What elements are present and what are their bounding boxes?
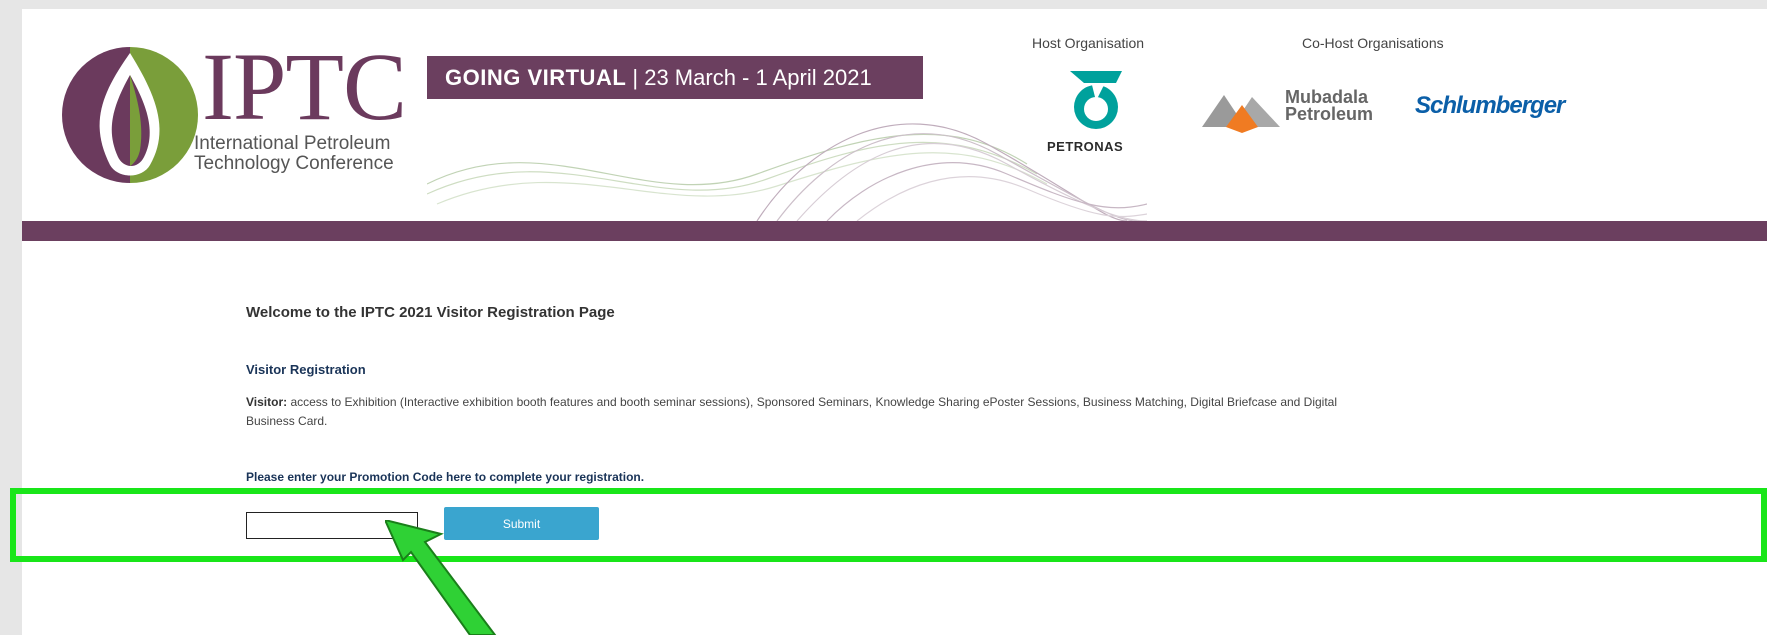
iptc-subtitle: International Petroleum Technology Confe… [194, 134, 394, 174]
host-organisation-label: Host Organisation [1032, 35, 1145, 51]
mubadala-logo-icon [1202, 95, 1280, 133]
conference-header-banner: IPTC International Petroleum Technology … [22, 9, 1767, 221]
event-dates-banner: GOING VIRTUAL | 23 March - 1 April 2021 [427, 56, 923, 99]
going-virtual-label: GOING VIRTUAL [445, 65, 627, 90]
petronas-logo-icon [1070, 71, 1122, 129]
iptc-subtitle-line1: International Petroleum [194, 133, 391, 154]
visitor-description: Visitor: access to Exhibition (Interacti… [246, 393, 1366, 431]
page-title: Welcome to the IPTC 2021 Visitor Registr… [246, 304, 615, 321]
annotation-highlight-box [10, 488, 1767, 562]
mubadala-name: Mubadala Petroleum [1285, 88, 1395, 124]
promo-code-prompt: Please enter your Promotion Code here to… [246, 470, 645, 484]
header-divider-bar [22, 221, 1767, 241]
section-heading: Visitor Registration [246, 362, 366, 377]
iptc-wordmark: IPTC [202, 33, 407, 140]
schlumberger-logo: Schlumberger [1415, 92, 1565, 119]
visitor-label: Visitor: [246, 395, 288, 409]
petronas-name: PETRONAS [1047, 139, 1124, 154]
visitor-description-text: access to Exhibition (Interactive exhibi… [246, 395, 1338, 428]
mubadala-name-line2: Petroleum [1285, 104, 1374, 124]
pointer-arrow-icon [385, 520, 497, 635]
event-date-range: | 23 March - 1 April 2021 [626, 65, 872, 90]
iptc-logo-icon [62, 47, 198, 183]
cohost-organisations-label: Co-Host Organisations [1302, 35, 1444, 51]
decorative-waves-graphic [427, 123, 1147, 221]
iptc-subtitle-line2: Technology Conference [194, 153, 394, 174]
